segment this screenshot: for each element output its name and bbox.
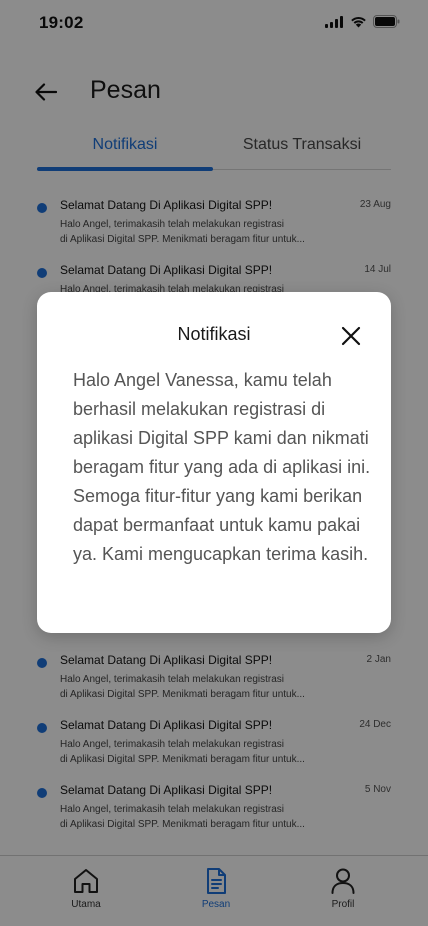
modal-message: Halo Angel Vanessa, kamu telah berhasil … — [73, 370, 371, 564]
modal-title: Notifikasi — [177, 324, 251, 344]
close-icon — [341, 326, 361, 346]
close-button[interactable] — [339, 324, 363, 348]
notification-modal: Notifikasi Halo Angel Vanessa, kamu tela… — [37, 292, 391, 633]
